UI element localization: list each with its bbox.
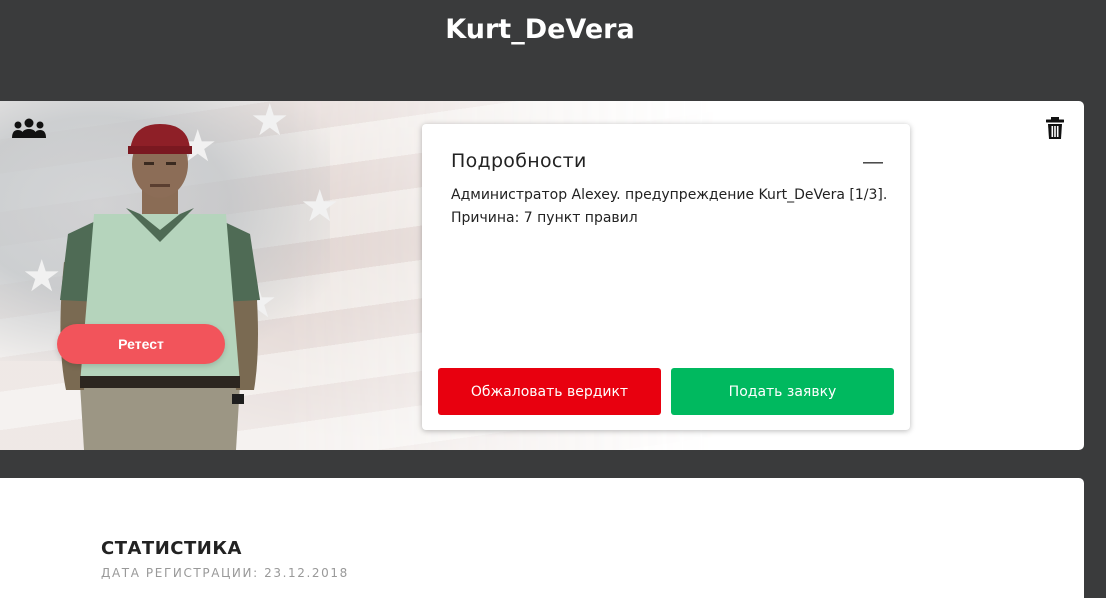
details-title: Подробности [451, 150, 587, 172]
retest-button[interactable]: Ретест [57, 324, 225, 364]
page-title: Kurt_DeVera [445, 14, 635, 45]
details-card: Подробности — Администратор Alexey. пред… [422, 124, 910, 430]
appeal-verdict-button[interactable]: Обжаловать вердикт [438, 368, 661, 415]
stats-card: СТАТИСТИКА ДАТА РЕГИСТРАЦИИ: 23.12.2018 [0, 478, 1084, 598]
trash-icon[interactable] [1046, 117, 1064, 139]
stats-title: СТАТИСТИКА [101, 538, 242, 559]
details-text: Администратор Alexey. предупреждение Kur… [451, 187, 888, 226]
collapse-icon[interactable]: — [863, 152, 883, 172]
submit-request-button[interactable]: Подать заявку [671, 368, 894, 415]
registration-date: ДАТА РЕГИСТРАЦИИ: 23.12.2018 [101, 566, 349, 580]
avatar [60, 124, 260, 450]
flag-star: ★ [300, 182, 340, 231]
